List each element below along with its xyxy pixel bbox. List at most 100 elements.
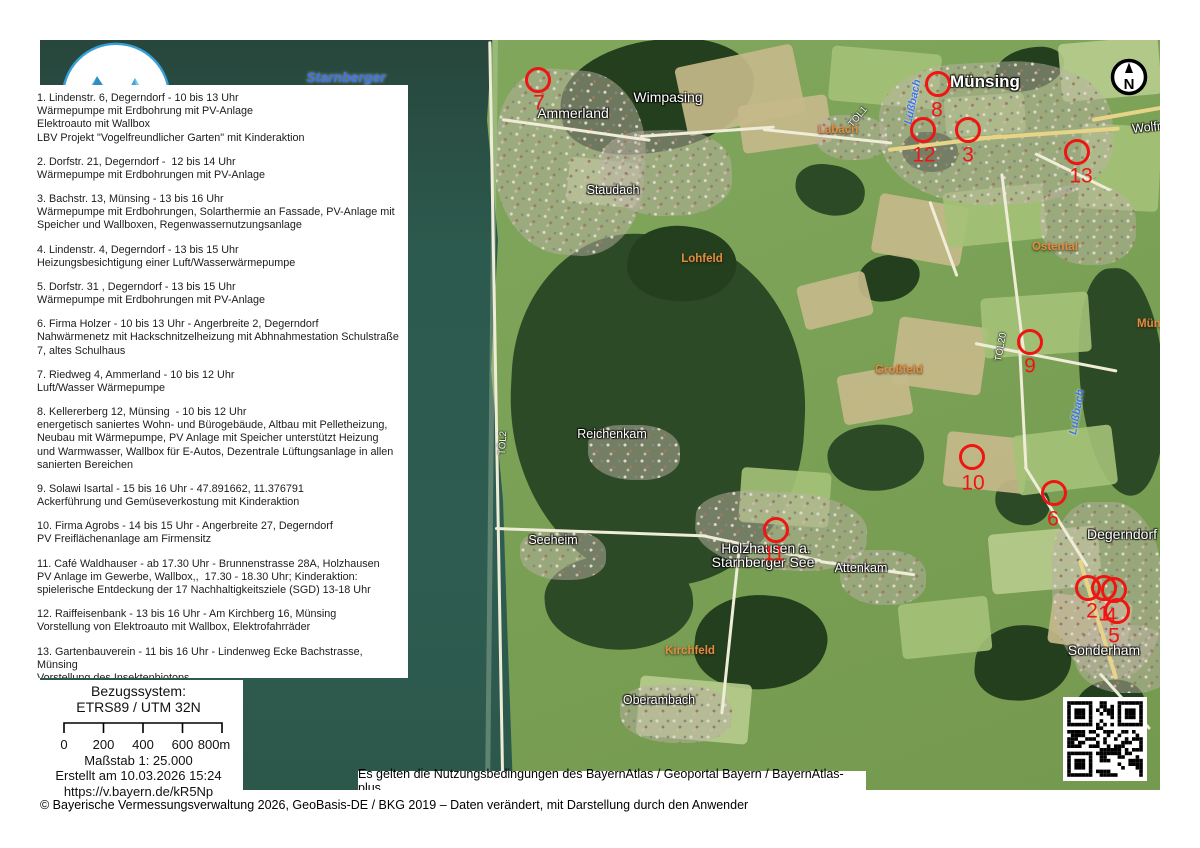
event-marker-number: 7 bbox=[533, 93, 545, 114]
reference-system-value: ETRS89 / UTM 32N bbox=[34, 699, 243, 715]
scale-label: Maßstab 1: 25.000 bbox=[34, 754, 243, 768]
map-label: Großfeld bbox=[875, 364, 923, 376]
legend-entry-details: Vorstellung des Insektenbiotops bbox=[37, 672, 399, 678]
north-letter: N bbox=[1124, 76, 1135, 93]
event-marker-number: 5 bbox=[1108, 626, 1120, 647]
short-url: https://v.bayern.de/kR5Np bbox=[34, 785, 243, 799]
map-label: Staudach bbox=[587, 183, 640, 197]
legend-entry: 10. Firma Agrobs - 14 bis 15 Uhr - Anger… bbox=[37, 520, 399, 546]
legend-entry-title: 10. Firma Agrobs - 14 bis 15 Uhr - Anger… bbox=[37, 520, 399, 533]
map-label: Müns bbox=[1137, 318, 1160, 330]
legend-entry-title: 4. Lindenstr. 4, Degerndorf - 13 bis 15 … bbox=[37, 244, 399, 257]
legend-entry-title: 9. Solawi Isartal - 15 bis 16 Uhr - 47.8… bbox=[37, 483, 399, 496]
event-marker-number: 8 bbox=[931, 100, 943, 121]
legend-entry: 6. Firma Holzer - 10 bis 13 Uhr - Angerb… bbox=[37, 318, 399, 358]
event-marker-number: 10 bbox=[961, 473, 984, 494]
map-label: Sonderham bbox=[1068, 642, 1140, 658]
north-arrow: N bbox=[1110, 58, 1148, 96]
legend-entry: 3. Bachstr. 13, Münsing - 13 bis 16 UhrW… bbox=[37, 193, 399, 233]
legend-entry: 11. Café Waldhauser - ab 17.30 Uhr - Bru… bbox=[37, 558, 399, 598]
created-timestamp: Erstellt am 10.03.2026 15:24 bbox=[34, 769, 243, 783]
map-label: Kirchfeld bbox=[665, 645, 715, 657]
map-label: Ammerland bbox=[537, 105, 609, 121]
copyright-attribution: © Bayerische Vermessungsverwaltung 2026,… bbox=[40, 798, 748, 812]
legend-entry: 7. Riedweg 4, Ammerland - 10 bis 12 UhrL… bbox=[37, 369, 399, 395]
map-info-panel: Bezugssystem: ETRS89 / UTM 32N 0 200 400 60… bbox=[34, 680, 243, 790]
legend-entry-details: PV Anlage im Gewerbe, Wallbox,, 17.30 - … bbox=[37, 571, 399, 597]
scale-tick-label: 600 bbox=[172, 737, 194, 752]
legend-entry-details: Wärmepumpe mit Erdbohrungen mit PV-Anlag… bbox=[37, 294, 399, 307]
legend-panel: 1. Lindenstr. 6, Degerndorf - 10 bis 13 … bbox=[34, 85, 408, 678]
legend-entry-title: 6. Firma Holzer - 10 bis 13 Uhr - Angerb… bbox=[37, 318, 399, 331]
legend-entry-title: 7. Riedweg 4, Ammerland - 10 bis 12 Uhr bbox=[37, 369, 399, 382]
legend-entry-details: Vorstellung von Elektroauto mit Wallbox,… bbox=[37, 621, 399, 634]
map-label: Oberambach bbox=[623, 693, 695, 707]
forest-patch bbox=[824, 419, 928, 498]
north-arrow-icon: N bbox=[1110, 58, 1148, 96]
map-label: Lohfeld bbox=[681, 253, 723, 265]
legend-entry-title: 8. Kellererberg 12, Münsing - 10 bis 12 … bbox=[37, 406, 399, 419]
map-label: Münsing bbox=[950, 72, 1020, 92]
legend-entry: 8. Kellererberg 12, Münsing - 10 bis 12 … bbox=[37, 406, 399, 472]
legend-entry: 1. Lindenstr. 6, Degerndorf - 10 bis 13 … bbox=[37, 92, 399, 145]
event-marker-circle bbox=[1064, 139, 1090, 165]
legend-entry-title: 5. Dorfstr. 31 , Degerndorf - 13 bis 15 … bbox=[37, 281, 399, 294]
field-patch bbox=[897, 595, 992, 659]
reference-system-label: Bezugssystem: bbox=[34, 683, 243, 699]
event-marker-circle bbox=[1104, 598, 1130, 624]
forest-patch bbox=[690, 588, 831, 696]
event-marker-circle bbox=[959, 444, 985, 470]
event-marker-circle bbox=[763, 517, 789, 543]
event-marker-circle bbox=[955, 117, 981, 143]
legend-entry-title: 1. Lindenstr. 6, Degerndorf - 10 bis 13 … bbox=[37, 92, 399, 105]
event-marker-number: 11 bbox=[763, 544, 785, 565]
legend-entry-details: Wärmepumpe mit Erdbohrungen, Solarthermi… bbox=[37, 206, 399, 232]
map-label: TÖL2 bbox=[497, 431, 509, 455]
legend-entry-title: 3. Bachstr. 13, Münsing - 13 bis 16 Uhr bbox=[37, 193, 399, 206]
event-marker-circle bbox=[925, 71, 951, 97]
legend-entry-details: Heizungsbesichtigung einer Luft/Wasserwä… bbox=[37, 257, 399, 270]
map-label: Wolfra bbox=[1131, 118, 1160, 136]
legend-entries: 1. Lindenstr. 6, Degerndorf - 10 bis 13 … bbox=[37, 92, 399, 678]
legend-entry-details: Nahwärmenetz mit Hackschnitzelheizung mi… bbox=[37, 331, 399, 357]
map-label: Degerndorf bbox=[1087, 526, 1157, 542]
event-marker-circle bbox=[1075, 575, 1101, 601]
settlement-area bbox=[1040, 185, 1136, 265]
legend-entry: 4. Lindenstr. 4, Degerndorf - 13 bis 15 … bbox=[37, 244, 399, 270]
legend-entry-title: 12. Raiffeisenbank - 13 bis 16 Uhr - Am … bbox=[37, 608, 399, 621]
scale-tick-label: 400 bbox=[132, 737, 154, 752]
event-marker-circle bbox=[525, 67, 551, 93]
scale-tick-label: 800m bbox=[198, 737, 231, 752]
map-label: Starnberger bbox=[306, 69, 385, 85]
legend-entry-details: energetisch saniertes Wohn- und Bürogebä… bbox=[37, 419, 399, 472]
legend-entry: 5. Dorfstr. 31 , Degerndorf - 13 bis 15 … bbox=[37, 281, 399, 307]
event-marker-circle bbox=[1017, 329, 1043, 355]
scale-bar: 0 200 400 600 800m bbox=[37, 719, 240, 753]
legend-entry-title: 2. Dorfstr. 21, Degerndorf - 12 bis 14 U… bbox=[37, 156, 399, 169]
event-marker-number: 12 bbox=[912, 145, 935, 166]
map-label: Wimpasing bbox=[633, 89, 702, 105]
bayernatlas-print-page: StarnbergerMünsingLüßbachWolfraAmmerland… bbox=[0, 0, 1200, 848]
map-label: Seeheim bbox=[528, 533, 577, 547]
qr-code-icon bbox=[1063, 697, 1147, 781]
legend-entry: 13. Gartenbauverein - 11 bis 16 Uhr - Li… bbox=[37, 646, 399, 679]
legend-entry-details: Wärmepumpe mit Erdbohrungen mit PV-Anlag… bbox=[37, 169, 399, 182]
terms-bar: Es gelten die Nutzungsbedingungen des Ba… bbox=[358, 771, 866, 790]
qr-code bbox=[1063, 697, 1147, 781]
map-label: Attenkam bbox=[835, 561, 888, 575]
event-marker-number: 3 bbox=[962, 145, 974, 166]
scale-tick-label: 0 bbox=[60, 737, 67, 752]
legend-entry-details: Wärmepumpe mit Erdbohrung mit PV-Anlage … bbox=[37, 105, 399, 145]
event-marker-number: 2 bbox=[1086, 601, 1098, 622]
event-marker-circle bbox=[910, 117, 936, 143]
map-label: Reichenkam bbox=[577, 427, 646, 441]
event-marker-circle bbox=[1041, 480, 1067, 506]
field-patch bbox=[796, 270, 875, 331]
event-marker-number: 6 bbox=[1047, 509, 1059, 530]
map-label: Ostental bbox=[1032, 241, 1078, 253]
forest-patch bbox=[792, 160, 868, 219]
settlement-area bbox=[840, 550, 926, 605]
terms-text: Es gelten die Nutzungsbedingungen des Ba… bbox=[358, 767, 866, 791]
legend-entry-details: Ackerführung und Gemüseverkostung mit Ki… bbox=[37, 496, 399, 509]
scale-tick-label: 200 bbox=[93, 737, 115, 752]
